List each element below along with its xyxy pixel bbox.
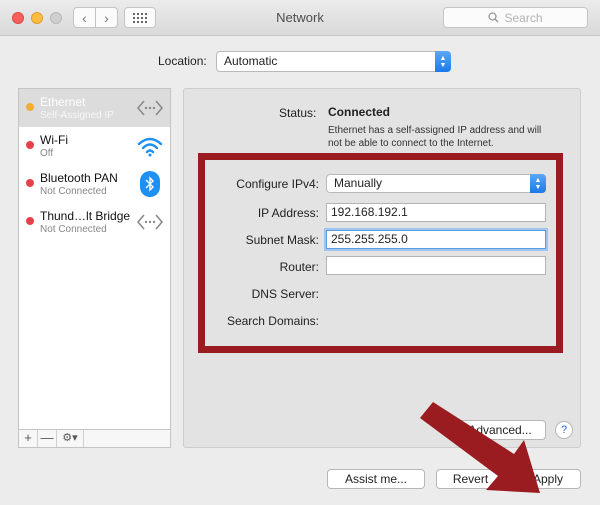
- service-item-thunderbolt-bridge[interactable]: Thund…lt Bridge Not Connected: [19, 203, 170, 241]
- status-dot-red: [26, 141, 34, 149]
- status-label: Status:: [279, 106, 317, 120]
- add-service-button[interactable]: +: [19, 430, 38, 447]
- location-label: Location:: [158, 54, 207, 68]
- service-list-toolbar: + — ⚙▾: [18, 430, 171, 448]
- service-item-bluetooth-pan[interactable]: Bluetooth PAN Not Connected: [19, 165, 170, 203]
- status-value: Connected: [328, 105, 391, 119]
- search-icon: [488, 12, 500, 23]
- service-status: Off: [40, 148, 54, 159]
- popup-arrows-icon: ▲ ▼: [435, 51, 451, 72]
- bluetooth-icon: [140, 171, 160, 197]
- highlight-box: [198, 153, 563, 353]
- search-field[interactable]: Search: [443, 7, 588, 28]
- status-dot-red: [26, 179, 34, 187]
- service-list[interactable]: Ethernet Self-Assigned IP Wi-Fi Off Blue…: [18, 88, 171, 430]
- status-dot-red: [26, 217, 34, 225]
- service-status: Not Connected: [40, 186, 107, 197]
- service-name: Bluetooth PAN: [40, 171, 118, 185]
- title-bar: ‹ › Network Search: [0, 0, 600, 36]
- service-item-ethernet[interactable]: Ethernet Self-Assigned IP: [19, 89, 170, 127]
- location-select[interactable]: Automatic ▲ ▼: [216, 51, 451, 72]
- status-dot-yellow: [26, 103, 34, 111]
- service-status: Not Connected: [40, 224, 107, 235]
- status-description: Ethernet has a self-assigned IP address …: [328, 125, 542, 149]
- service-name: Ethernet: [40, 95, 86, 109]
- thunderbolt-bridge-icon: [136, 214, 164, 230]
- service-actions-button[interactable]: ⚙▾: [57, 430, 84, 447]
- arrow-annotation-icon: [420, 402, 540, 493]
- service-name: Wi-Fi: [40, 133, 68, 147]
- ethernet-icon: [136, 100, 164, 116]
- wifi-icon: [137, 137, 163, 157]
- search-placeholder: Search: [504, 10, 543, 25]
- service-name: Thund…lt Bridge: [40, 209, 131, 223]
- location-value: Automatic: [224, 54, 278, 68]
- service-status: Self-Assigned IP: [40, 110, 114, 121]
- remove-service-button[interactable]: —: [38, 430, 57, 447]
- service-item-wifi[interactable]: Wi-Fi Off: [19, 127, 170, 165]
- gear-icon: ⚙▾: [62, 432, 78, 444]
